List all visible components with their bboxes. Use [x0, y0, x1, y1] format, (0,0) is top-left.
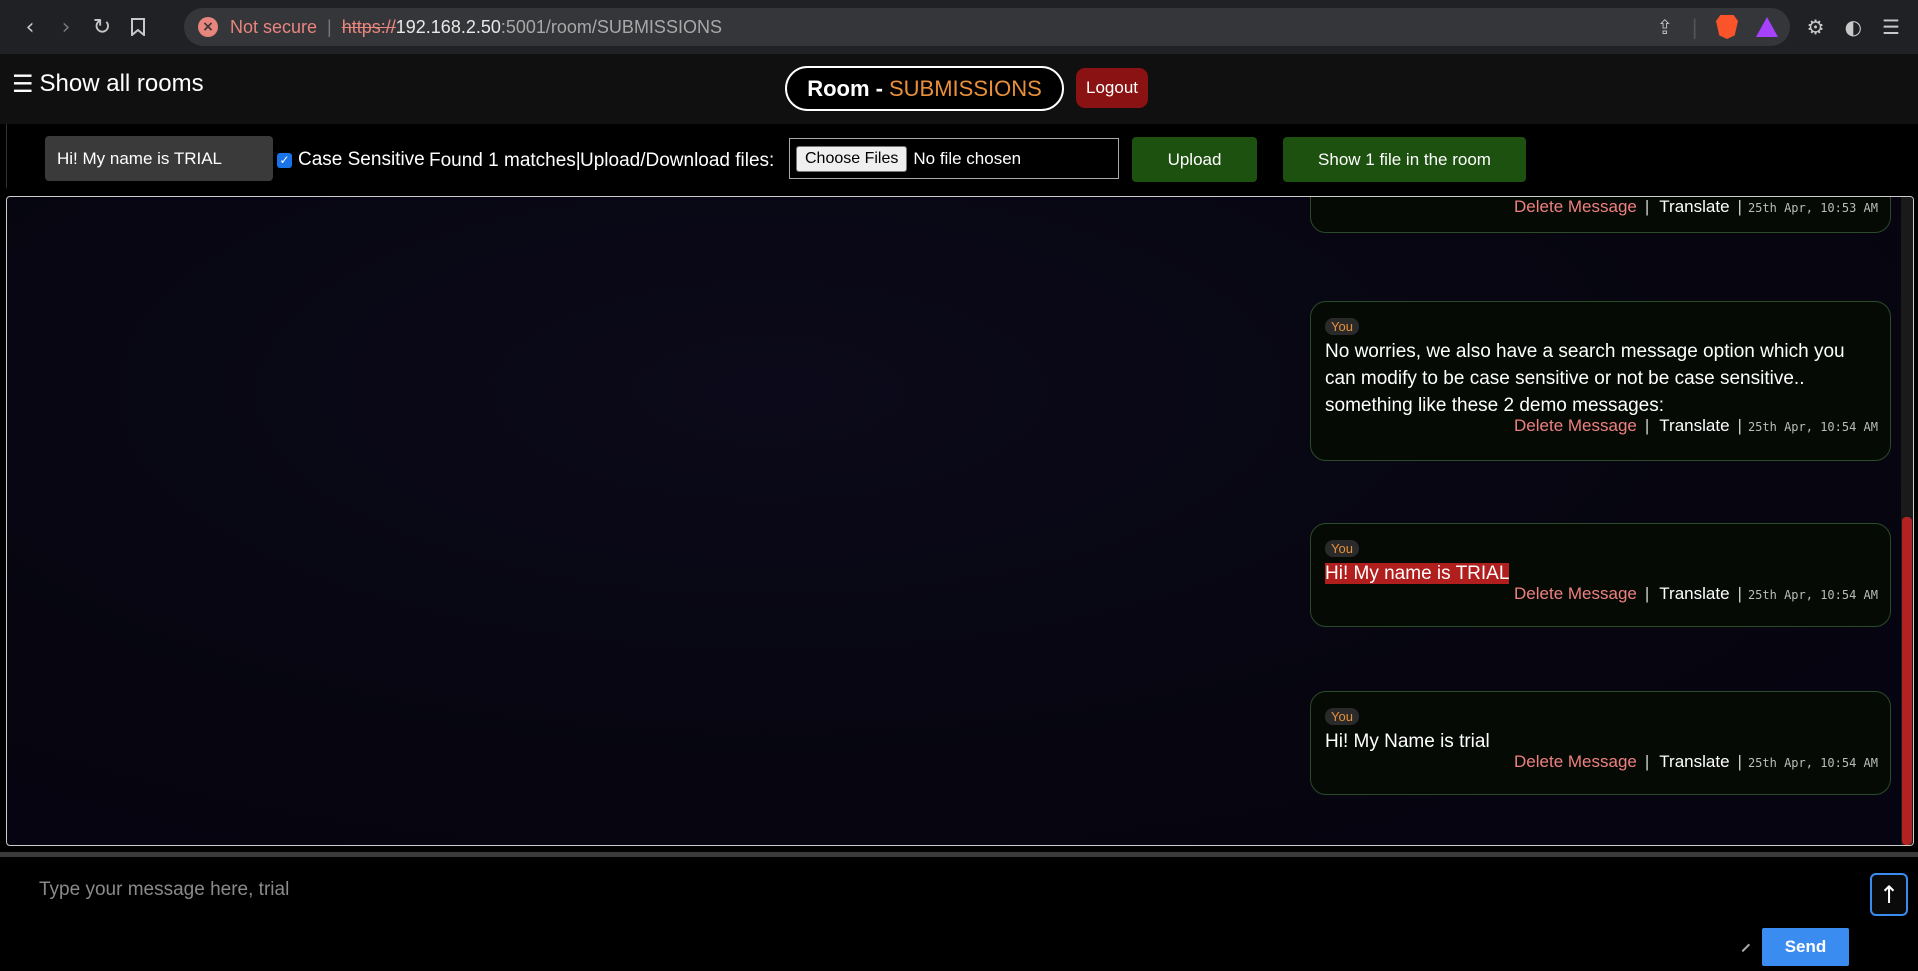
chat-scrollbar[interactable]	[1901, 197, 1913, 845]
message-text: No worries, we also have a search messag…	[1325, 341, 1845, 416]
meta-divider: |	[1644, 197, 1650, 216]
delete-message-button[interactable]: Delete Message	[1514, 752, 1637, 771]
meta-divider: |	[1644, 416, 1650, 435]
url-host: 192.168.2.50	[395, 16, 501, 37]
search-highlight: Hi! My name is TRIAL	[1325, 563, 1510, 584]
arrow-up-icon[interactable]: ↑	[1870, 873, 1908, 916]
meta-divider: |	[1737, 416, 1742, 435]
meta-divider: |	[1737, 584, 1742, 603]
send-button[interactable]: Send	[1762, 928, 1849, 966]
url-scheme: https://	[341, 16, 396, 37]
logout-button[interactable]: Logout	[1076, 68, 1148, 108]
browser-toolbar: ‹ › ↻ × Not secure | https:// 192.168.2.…	[0, 0, 1918, 54]
show-files-button[interactable]: Show 1 file in the room	[1283, 137, 1526, 182]
share-icon[interactable]: ⇪	[1656, 15, 1673, 39]
browser-actions: ⚙ ◐ ☰	[1807, 0, 1918, 54]
message-timestamp: 25th Apr, 10:54 AM	[1747, 420, 1878, 434]
upload-download-label: Upload/Download files:	[580, 150, 775, 171]
sender-badge: You	[1325, 318, 1359, 335]
case-sensitive-checkbox[interactable]: ✓	[277, 152, 292, 168]
search-result-count: Found 1 matches|	[429, 150, 581, 171]
brave-rewards-icon[interactable]	[1756, 17, 1778, 37]
menu-icon[interactable]: ☰	[1882, 15, 1900, 39]
chat-scrollbar-thumb[interactable]	[1902, 517, 1912, 845]
compose-area: Type your message here, trial ↑ Send	[0, 852, 1918, 971]
case-sensitive-label: Case Sensitive	[298, 149, 425, 170]
upload-button[interactable]: Upload	[1132, 137, 1257, 182]
message-timestamp: 25th Apr, 10:54 AM	[1747, 588, 1878, 602]
translate-button[interactable]: Translate	[1659, 197, 1729, 216]
message-text: Hi! My name is TRIAL	[1325, 560, 1878, 587]
bookmark-icon[interactable]	[120, 9, 156, 45]
show-all-rooms-link[interactable]: ☰ Show all rooms	[12, 70, 204, 98]
forward-icon[interactable]: ›	[48, 9, 84, 45]
no-file-label: No file chosen	[913, 148, 1022, 168]
delete-message-button[interactable]: Delete Message	[1514, 416, 1637, 435]
message-card: You Hi! My Name is trial Delete Message |…	[1310, 691, 1891, 795]
textarea-resize-handle[interactable]	[1735, 937, 1751, 953]
brave-shields-icon[interactable]	[1716, 15, 1738, 39]
app-header: ☰ Show all rooms Room - SUBMISSIONS Logo…	[0, 54, 1918, 124]
message-card: You No worries, we also have a search me…	[1310, 301, 1891, 461]
url-path: :5001/room/SUBMISSIONS	[500, 16, 722, 37]
address-bar[interactable]: × Not secure | https:// 192.168.2.50 :50…	[184, 8, 1790, 46]
meta-divider: |	[1644, 752, 1650, 771]
extensions-icon[interactable]: ⚙	[1807, 15, 1825, 39]
choose-files-button[interactable]: Choose Files	[796, 145, 908, 172]
message-timestamp: 25th Apr, 10:54 AM	[1747, 756, 1878, 770]
message-meta: Delete Message | Translate | 25th Apr, 10:54…	[1325, 584, 1878, 604]
message-text: Hi! My Name is trial	[1325, 731, 1490, 752]
profile-icon[interactable]: ◐	[1845, 15, 1862, 39]
hamburger-icon: ☰	[12, 70, 34, 98]
message-card: Delete Message | Translate | 25th Apr, 10:53…	[1310, 197, 1891, 233]
address-bar-actions: ⇪ |	[1656, 8, 1778, 46]
chat-messages[interactable]: Delete Message | Translate | 25th Apr, 10:53…	[6, 196, 1914, 846]
search-input[interactable]	[45, 136, 273, 181]
message-timestamp: 25th Apr, 10:53 AM	[1747, 201, 1878, 215]
sender-badge: You	[1325, 540, 1359, 557]
message-meta: Delete Message | Translate | 25th Apr, 10:54…	[1325, 416, 1878, 436]
room-title: Room - SUBMISSIONS	[785, 66, 1064, 111]
translate-button[interactable]: Translate	[1659, 416, 1729, 435]
delete-message-button[interactable]: Delete Message	[1514, 584, 1637, 603]
reload-icon[interactable]: ↻	[84, 9, 120, 45]
room-toolbar: ✓ Case Sensitive Found 1 matches| Upload…	[6, 124, 1914, 188]
room-prefix: Room -	[807, 75, 883, 101]
url-divider: |	[327, 16, 332, 37]
case-sensitive-toggle[interactable]: ✓ Case Sensitive	[277, 149, 425, 171]
show-all-rooms-label: Show all rooms	[39, 70, 204, 97]
delete-message-button[interactable]: Delete Message	[1514, 197, 1637, 216]
message-meta: Delete Message | Translate | 25th Apr, 10:54…	[1325, 752, 1878, 772]
message-card: You Hi! My name is TRIAL Delete Message |…	[1310, 523, 1891, 627]
file-input[interactable]: Choose Files No file chosen	[789, 138, 1119, 179]
message-input[interactable]: Type your message here, trial	[39, 879, 289, 901]
meta-divider: |	[1737, 197, 1742, 216]
security-label: Not secure	[230, 16, 318, 37]
sender-badge: You	[1325, 708, 1359, 725]
meta-divider: |	[1737, 752, 1742, 771]
translate-button[interactable]: Translate	[1659, 584, 1729, 603]
not-secure-icon: ×	[198, 17, 218, 37]
room-name: SUBMISSIONS	[888, 75, 1042, 101]
translate-button[interactable]: Translate	[1659, 752, 1729, 771]
message-meta: Delete Message | Translate | 25th Apr, 10:53…	[1325, 197, 1878, 217]
meta-divider: |	[1644, 584, 1650, 603]
back-icon[interactable]: ‹	[12, 9, 48, 45]
